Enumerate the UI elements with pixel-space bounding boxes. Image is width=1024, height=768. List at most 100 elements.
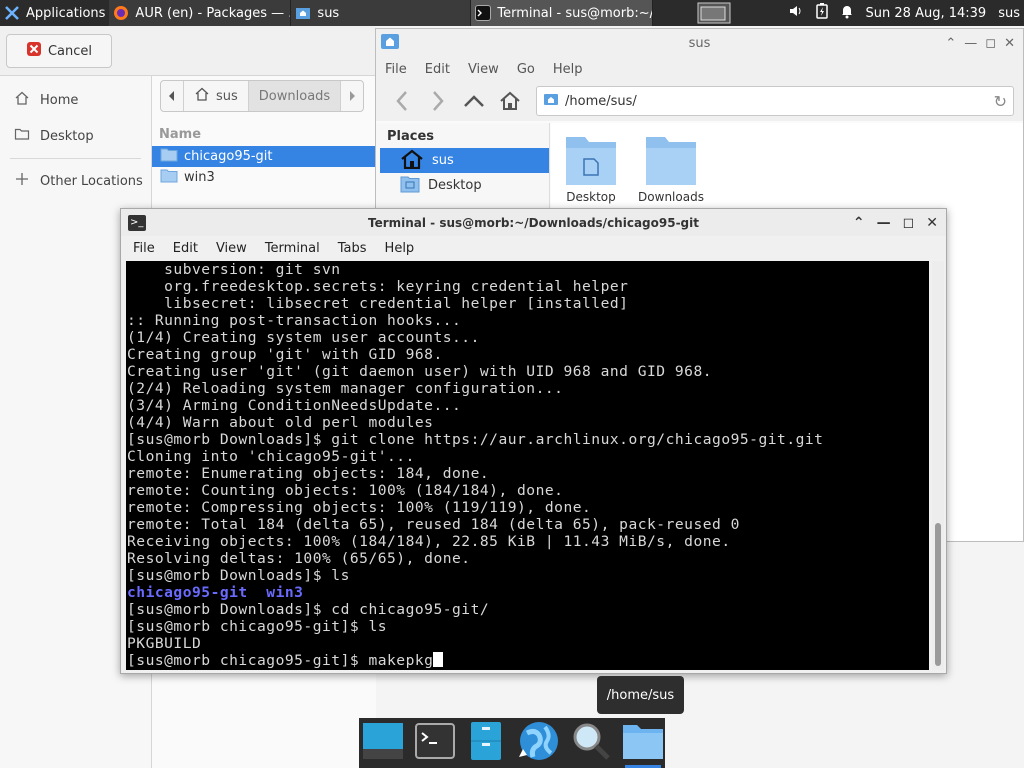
scrollbar-thumb[interactable] xyxy=(935,523,941,666)
workspace-switcher[interactable] xyxy=(693,0,735,26)
xfce-logo-icon xyxy=(4,5,20,21)
sidebar-item-desktop[interactable]: Desktop xyxy=(0,118,151,154)
terminal-line: (1/4) Creating system user accounts... xyxy=(127,329,480,346)
battery-icon[interactable] xyxy=(815,3,828,23)
dock-file-manager[interactable] xyxy=(465,721,508,765)
cancel-button[interactable]: Cancel xyxy=(6,34,112,68)
file-name: chicago95-git xyxy=(184,149,273,164)
user-menu[interactable]: sus xyxy=(998,6,1020,21)
menu-tabs[interactable]: Tabs xyxy=(326,241,373,256)
folder-item-label: Desktop xyxy=(566,190,616,204)
sidebar-item-home[interactable]: Home xyxy=(0,82,151,118)
cancel-label: Cancel xyxy=(47,43,93,59)
terminal-icon: >_ xyxy=(128,214,146,231)
taskbar-item-sus[interactable]: sus xyxy=(291,0,472,26)
menu-view[interactable]: View xyxy=(204,241,253,256)
folder-item-downloads[interactable]: Downloads xyxy=(631,133,711,204)
path-segment-label: Downloads xyxy=(258,88,331,104)
sidebar-item-other-locations[interactable]: Other Locations xyxy=(0,163,151,199)
path-back-button[interactable] xyxy=(161,81,184,111)
window-close-icon[interactable]: ✕ xyxy=(926,215,938,231)
parent-folder-icon[interactable] xyxy=(460,87,488,115)
menu-edit[interactable]: Edit xyxy=(416,62,459,77)
window-up-icon[interactable]: ⌃ xyxy=(945,36,956,51)
home-icon[interactable] xyxy=(496,87,524,115)
window-maximize-icon[interactable]: ◻ xyxy=(903,215,915,231)
places-item-desktop[interactable]: Desktop xyxy=(380,173,549,198)
location-path: /home/sus/ xyxy=(565,93,637,109)
menu-help[interactable]: Help xyxy=(544,62,592,77)
text-cursor xyxy=(433,652,444,667)
folder-icon xyxy=(160,169,178,187)
terminal-current-command: [sus@morb chicago95-git]$ makepkg xyxy=(127,652,434,669)
dock-web-browser[interactable] xyxy=(517,721,561,765)
location-bar[interactable]: /home/sus/ ↻ xyxy=(536,86,1014,116)
taskbar-item-label: Terminal - sus@morb:~/... xyxy=(497,5,654,21)
menu-terminal[interactable]: Terminal xyxy=(253,241,326,256)
terminal-icon xyxy=(475,5,492,21)
taskbar-item-firefox[interactable]: AUR (en) - Packages — ... xyxy=(109,0,292,26)
dock-home-folder[interactable] xyxy=(621,721,665,768)
dock-show-desktop[interactable] xyxy=(362,721,405,765)
reload-icon[interactable]: ↻ xyxy=(994,92,1007,111)
folder-item-desktop[interactable]: Desktop xyxy=(551,133,631,204)
forward-icon[interactable] xyxy=(424,87,452,115)
menu-edit[interactable]: Edit xyxy=(161,241,204,256)
places-header: Places xyxy=(387,129,435,144)
file-manager-titlebar[interactable]: sus ⌃ — ◻ ✕ xyxy=(376,29,1023,57)
terminal-output[interactable]: subversion: git svn org.freedesktop.secr… xyxy=(126,261,929,670)
terminal-line: libsecret: libsecret credential helper [… xyxy=(127,295,629,312)
dock-terminal[interactable] xyxy=(414,721,457,765)
clock[interactable]: Sun 28 Aug, 14:39 xyxy=(866,6,987,21)
sidebar-item-label: Other Locations xyxy=(40,173,143,189)
menu-file[interactable]: File xyxy=(376,62,416,77)
window-minimize-icon[interactable]: — xyxy=(877,215,891,231)
back-icon[interactable] xyxy=(388,87,416,115)
applications-menu-button[interactable]: Applications xyxy=(0,0,109,26)
applications-label: Applications xyxy=(26,5,106,21)
places-item-home[interactable]: sus xyxy=(380,148,549,173)
folder-icon xyxy=(160,148,178,166)
notifications-icon[interactable] xyxy=(840,3,854,23)
path-forward-button[interactable] xyxy=(341,81,363,111)
dock-app-finder[interactable] xyxy=(570,721,613,765)
show-desktop-icon xyxy=(362,721,404,765)
menu-file[interactable]: File xyxy=(121,241,161,256)
window-maximize-icon[interactable]: ◻ xyxy=(985,36,996,51)
terminal-prompt-line: [sus@morb chicago95-git]$ makepkg xyxy=(127,652,929,669)
terminal-menubar: File Edit View Terminal Tabs Help xyxy=(121,236,946,260)
terminal-scrollbar[interactable] xyxy=(932,261,944,670)
terminal-line: remote: Compressing objects: 100% (119/1… xyxy=(127,499,592,516)
file-row[interactable]: win3 xyxy=(152,167,376,188)
terminal-line-directory-listing: chicago95-git win3 xyxy=(127,584,304,601)
home-icon xyxy=(400,149,424,173)
volume-icon[interactable] xyxy=(788,3,804,23)
folder-icon xyxy=(14,126,30,146)
file-name: win3 xyxy=(184,170,215,185)
taskbar-item-label: AUR (en) - Packages — ... xyxy=(135,5,292,21)
web-browser-icon xyxy=(517,719,561,767)
window-close-icon[interactable]: ✕ xyxy=(1004,36,1015,51)
terminal-line: (2/4) Reloading system manager configura… xyxy=(127,380,564,397)
places-item-label: sus xyxy=(432,153,454,168)
home-folder-icon xyxy=(621,721,665,765)
menu-view[interactable]: View xyxy=(459,62,508,77)
column-header-name[interactable]: Name xyxy=(152,122,376,146)
cancel-icon xyxy=(26,41,42,61)
plus-icon xyxy=(14,171,30,191)
terminal-line: Resolving deltas: 100% (65/65), done. xyxy=(127,550,471,567)
app-finder-icon xyxy=(571,721,611,765)
file-row[interactable]: chicago95-git xyxy=(152,146,376,167)
file-manager-menubar: File Edit View Go Help xyxy=(376,57,1023,81)
menu-help[interactable]: Help xyxy=(373,241,421,256)
terminal-line: remote: Counting objects: 100% (184/184)… xyxy=(127,482,564,499)
window-minimize-icon[interactable]: — xyxy=(964,36,977,51)
window-up-icon[interactable]: ⌃ xyxy=(853,215,865,231)
folder-home-icon xyxy=(295,5,311,21)
path-segment-home[interactable]: sus xyxy=(184,81,249,111)
terminal-titlebar[interactable]: >_ Terminal - sus@morb:~/Downloads/chica… xyxy=(121,209,946,236)
menu-go[interactable]: Go xyxy=(508,62,544,77)
path-segment-downloads[interactable]: Downloads xyxy=(248,81,342,111)
terminal-line: subversion: git svn xyxy=(127,261,341,278)
taskbar-item-terminal[interactable]: Terminal - sus@morb:~/... xyxy=(471,0,654,26)
